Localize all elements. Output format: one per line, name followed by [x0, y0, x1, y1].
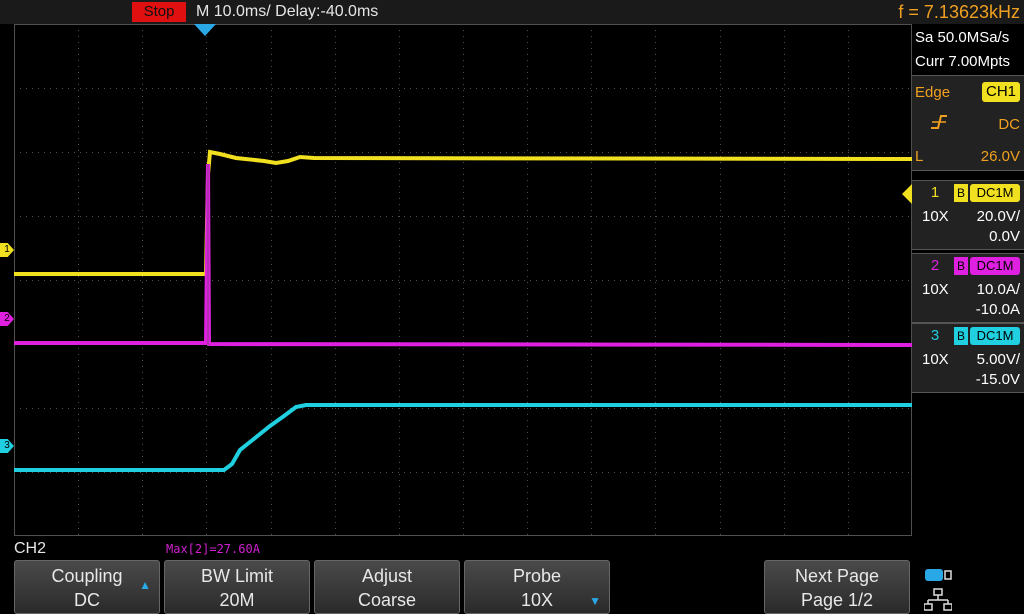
- ch2-number: 2: [930, 257, 940, 274]
- ch1-offset-marker[interactable]: 1: [0, 243, 14, 257]
- trigger-type: Edge: [915, 84, 951, 101]
- graticule: [14, 24, 912, 536]
- network-icon: [923, 588, 953, 614]
- bw-limit-softkey[interactable]: BW Limit 20M: [164, 560, 310, 614]
- ch2-offset-marker[interactable]: 2: [0, 312, 14, 326]
- trigger-panel[interactable]: Edge CH1 DC L 26.0V: [912, 75, 1024, 171]
- ch3-offset-marker[interactable]: 3: [0, 439, 14, 453]
- ch3-panel[interactable]: 3 B DC1M 10X 5.00V/ -15.0V: [912, 323, 1024, 393]
- ch3-number: 3: [930, 327, 940, 344]
- arrow-down-icon: ▼: [589, 594, 601, 608]
- adjust-softkey-label: Adjust: [361, 566, 413, 586]
- ch2-panel[interactable]: 2 B DC1M 10X 10.0A/ -10.0A: [912, 253, 1024, 323]
- memory-depth: Curr 7.00Mpts: [915, 53, 1011, 70]
- arrow-up-icon: ▲: [139, 578, 151, 592]
- rising-edge-icon: [930, 114, 948, 135]
- waveform-svg: [14, 24, 912, 536]
- trigger-level: 26.0V: [980, 148, 1020, 165]
- ch1-number: 1: [930, 184, 940, 201]
- trigger-coupling: DC: [998, 116, 1020, 133]
- ch3-scale: 5.00V/: [976, 351, 1020, 368]
- ch2-bw-flag: B: [954, 257, 968, 275]
- ch2-offset: -10.0A: [975, 301, 1020, 318]
- next-page-softkey-label: Next Page: [794, 566, 880, 586]
- ch3-offset: -15.0V: [975, 371, 1020, 388]
- max-measurement: Max[2]=27.60A: [166, 542, 260, 556]
- waveform-display[interactable]: [14, 24, 912, 536]
- ch1-panel[interactable]: 1 B DC1M 10X 20.0V/ 0.0V: [912, 180, 1024, 250]
- adjust-softkey[interactable]: Adjust Coarse: [314, 560, 460, 614]
- trigger-level-label: L: [915, 148, 924, 165]
- ch2-scale: 10.0A/: [976, 281, 1020, 298]
- sample-rate: Sa 50.0MSa/s: [915, 29, 1010, 46]
- coupling-softkey-value: DC: [74, 590, 100, 610]
- probe-softkey[interactable]: Probe 10X ▼: [464, 560, 610, 614]
- ch1-scale: 20.0V/: [976, 208, 1020, 225]
- ch2-coupling: DC1M: [970, 257, 1020, 275]
- timebase-readout: M 10.0ms/ Delay:-40.0ms: [196, 3, 379, 20]
- coupling-softkey[interactable]: Coupling DC ▲: [14, 560, 160, 614]
- next-page-softkey-value: Page 1/2: [800, 590, 874, 610]
- next-page-softkey[interactable]: Next Page Page 1/2: [764, 560, 910, 614]
- ch3-probe: 10X: [922, 351, 949, 368]
- ch1-coupling: DC1M: [970, 184, 1020, 202]
- ch2-trace: [14, 163, 912, 347]
- trigger-level-marker[interactable]: [902, 184, 912, 204]
- bw-limit-softkey-label: BW Limit: [201, 566, 273, 586]
- ch1-probe: 10X: [922, 208, 949, 225]
- frequency-readout: f = 7.13623kHz: [898, 2, 1020, 22]
- adjust-softkey-value: Coarse: [357, 590, 417, 610]
- trigger-position-marker[interactable]: [194, 24, 216, 36]
- ch1-trace: [14, 149, 912, 276]
- ch2-probe: 10X: [922, 281, 949, 298]
- probe-softkey-label: Probe: [512, 566, 562, 586]
- ch3-bw-flag: B: [954, 327, 968, 345]
- run-stop-status[interactable]: Stop: [132, 2, 186, 22]
- probe-softkey-value: 10X: [520, 590, 554, 610]
- ch3-coupling: DC1M: [970, 327, 1020, 345]
- ch1-offset: 0.0V: [989, 228, 1020, 245]
- info-panel: Sa 50.0MSa/s Curr 7.00Mpts Edge CH1 DC L…: [912, 24, 1024, 536]
- active-channel-label: CH2: [14, 540, 47, 557]
- coupling-softkey-label: Coupling: [51, 566, 123, 586]
- trigger-source: CH1: [982, 82, 1020, 102]
- status-icons: [918, 566, 958, 614]
- usb-storage-icon: [924, 568, 952, 587]
- bw-limit-softkey-value: 20M: [219, 590, 255, 610]
- ch1-bw-flag: B: [954, 184, 968, 202]
- status-bar: Stop M 10.0ms/ Delay:-40.0ms f = 7.13623…: [0, 0, 1024, 24]
- softkey-bar: CH2 Max[2]=27.60A Coupling DC ▲ BW Limit…: [0, 536, 1024, 614]
